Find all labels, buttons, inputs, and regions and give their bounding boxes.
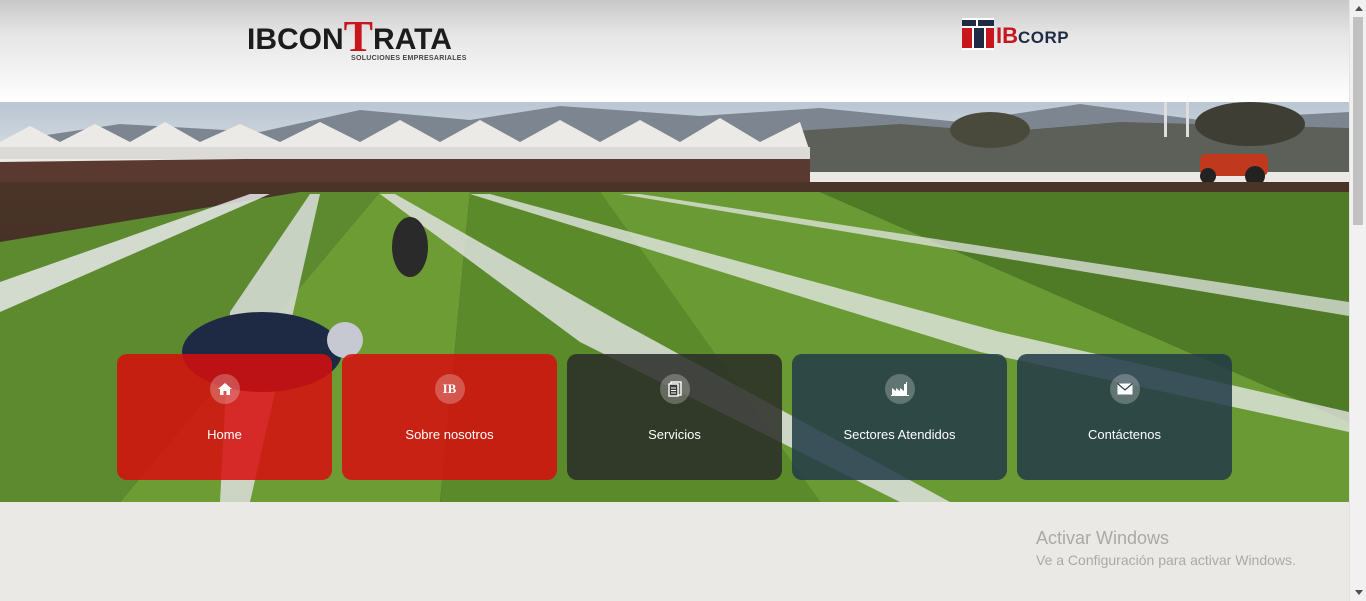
windows-activation-watermark: Activar Windows Ve a Configuración para …: [1036, 527, 1296, 569]
nav-tile-contactenos[interactable]: Contáctenos: [1017, 354, 1232, 480]
nav-tile-label: Contáctenos: [1088, 427, 1161, 442]
vertical-scrollbar[interactable]: [1349, 0, 1366, 601]
brand-letter-t: T: [343, 12, 374, 61]
nav-tile-home[interactable]: Home: [117, 354, 332, 480]
ibcontrata-logo[interactable]: IBCONTRATA SOLUCIONES EMPRESARIALES: [247, 12, 469, 66]
ibcorp-ib: IB: [996, 23, 1018, 48]
nav-tile-sectores-atendidos[interactable]: Sectores Atendidos: [792, 354, 1007, 480]
ib-badge-icon: IB: [434, 374, 465, 404]
brand-wordmark: IBCONTRATA: [247, 15, 452, 59]
brand-tagline: SOLUCIONES EMPRESARIALES: [351, 55, 467, 62]
ibcorp-mark-icon: [962, 18, 994, 50]
nav-tile-sobre-nosotros[interactable]: IB Sobre nosotros: [342, 354, 557, 480]
hero-banner: Home IB Sobre nosotros Servicios Sectore…: [0, 102, 1349, 502]
nav-tile-label: Sobre nosotros: [405, 427, 494, 442]
document-icon: [659, 374, 690, 404]
brand-suffix: RATA: [373, 23, 452, 56]
scroll-down-arrow-icon[interactable]: [1350, 584, 1366, 601]
envelope-icon: [1109, 374, 1140, 404]
ibcorp-logo[interactable]: IBCORP: [962, 18, 1102, 52]
brand-prefix: IBCON: [247, 23, 344, 56]
ibcorp-corp: CORP: [1018, 28, 1070, 47]
watermark-title: Activar Windows: [1036, 528, 1170, 548]
main-navigation: Home IB Sobre nosotros Servicios Sectore…: [117, 354, 1237, 480]
scroll-up-arrow-icon[interactable]: [1350, 0, 1366, 17]
factory-icon: [884, 374, 915, 404]
nav-tile-label: Home: [207, 427, 242, 442]
watermark-subtitle: Ve a Configuración para activar Windows.: [1036, 552, 1296, 568]
home-icon: [209, 374, 240, 404]
ib-badge-text: IB: [442, 381, 457, 396]
scrollbar-thumb[interactable]: [1353, 17, 1363, 225]
nav-tile-servicios[interactable]: Servicios: [567, 354, 782, 480]
ibcorp-wordmark: IBCORP: [996, 24, 1069, 50]
site-header: IBCONTRATA SOLUCIONES EMPRESARIALES IBCO…: [0, 0, 1349, 102]
nav-tile-label: Sectores Atendidos: [843, 427, 956, 442]
nav-tile-label: Servicios: [648, 427, 701, 442]
